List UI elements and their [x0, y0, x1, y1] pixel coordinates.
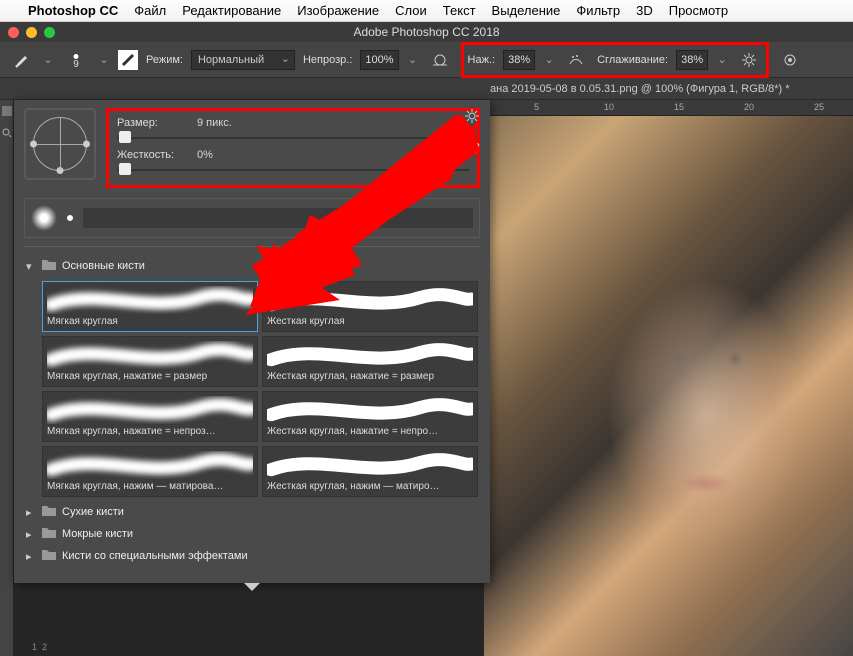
menu-image[interactable]: Изображение: [297, 3, 379, 18]
mode-label: Режим:: [146, 54, 183, 66]
photoshop-window: Adobe Photoshop CC 2018 ⌄ 9 ⌄ Режим: Нор…: [0, 22, 853, 656]
zoom-icon[interactable]: [44, 27, 55, 38]
zoom-tool-icon[interactable]: [2, 128, 12, 138]
opacity-dropdown[interactable]: ⌄: [407, 53, 419, 66]
recent-search[interactable]: [83, 208, 473, 228]
brush-preset[interactable]: Мягкая круглая, нажатие = размер: [42, 336, 258, 387]
status-indicator: 1 2: [32, 642, 47, 652]
brush-preview-mini[interactable]: 9: [62, 49, 90, 70]
brush-label: Жесткая круглая, нажим — матиро…: [267, 481, 473, 492]
chevron-right-icon: ▸: [26, 528, 36, 541]
highlight-size-hardness: Размер: 9 пикс. Жесткость: 0%: [106, 108, 480, 188]
folder-icon: [42, 505, 56, 519]
hardness-label: Жесткость:: [117, 149, 187, 161]
window-controls: [8, 27, 55, 38]
blend-mode-select[interactable]: Нормальный: [191, 50, 295, 70]
brush-preset[interactable]: Мягкая круглая, нажатие = непроз…: [42, 391, 258, 442]
brush-label: Мягкая круглая, нажим — матирова…: [47, 481, 253, 492]
size-label: Размер:: [117, 117, 187, 129]
brush-angle-control[interactable]: [24, 108, 96, 180]
menu-view[interactable]: Просмотр: [669, 3, 728, 18]
smoothing-label: Сглаживание:: [597, 54, 668, 66]
smoothing-gear-icon[interactable]: [736, 47, 762, 73]
brush-tool-icon[interactable]: [8, 47, 34, 73]
smoothing-input[interactable]: 38%: [676, 50, 708, 70]
chevron-right-icon: ▸: [26, 550, 36, 563]
menu-select[interactable]: Выделение: [492, 3, 561, 18]
pressure-opacity-icon[interactable]: [427, 47, 453, 73]
brush-label: Мягкая круглая, нажатие = размер: [47, 371, 253, 382]
brush-label: Жесткая круглая, нажатие = размер: [267, 371, 473, 382]
hardness-value[interactable]: 0%: [197, 149, 249, 161]
workspace: 5 10 15 20 25 1 2: [0, 100, 853, 656]
left-toolbar: [0, 100, 14, 656]
menu-filter[interactable]: Фильтр: [576, 3, 620, 18]
folder-icon: [42, 259, 56, 273]
folder-label: Кисти со специальными эффектами: [62, 550, 248, 562]
menu-3d[interactable]: 3D: [636, 3, 653, 18]
chevron-right-icon: ▸: [26, 506, 36, 519]
flow-label: Наж.:: [468, 54, 496, 66]
menu-layers[interactable]: Слои: [395, 3, 427, 18]
pressure-size-icon[interactable]: [777, 47, 803, 73]
folder-label: Основные кисти: [62, 260, 145, 272]
brush-label: Мягкая круглая, нажатие = непроз…: [47, 426, 253, 437]
folder-wet[interactable]: ▸ Мокрые кисти: [24, 523, 480, 545]
brush-label: Жесткая круглая, нажатие = непро…: [267, 426, 473, 437]
hand-tool-icon[interactable]: [2, 106, 12, 116]
opacity-input[interactable]: 100%: [360, 50, 398, 70]
flow-input[interactable]: 38%: [503, 50, 535, 70]
brush-grid: Мягкая круглая Жесткая круглая Мягкая кр…: [24, 277, 480, 501]
window-titlebar: Adobe Photoshop CC 2018: [0, 22, 853, 42]
brush-label: Жесткая круглая: [267, 316, 473, 327]
brush-preset[interactable]: Жесткая круглая, нажатие = непро…: [262, 391, 478, 442]
close-icon[interactable]: [8, 27, 19, 38]
panel-pointer-icon: [244, 583, 260, 591]
folder-icon: [42, 549, 56, 563]
folder-main-brushes[interactable]: ▾ Основные кисти: [24, 255, 480, 277]
opacity-label: Непрозр.:: [303, 54, 352, 66]
size-slider[interactable]: [117, 131, 469, 145]
flow-dropdown[interactable]: ⌄: [543, 53, 555, 66]
document-image: [484, 116, 853, 656]
folder-dry[interactable]: ▸ Сухие кисти: [24, 501, 480, 523]
menu-edit[interactable]: Редактирование: [182, 3, 281, 18]
brush-preset-panel: Размер: 9 пикс. Жесткость: 0%: [14, 100, 490, 583]
recent-brush-2[interactable]: [67, 215, 73, 221]
mac-menubar: Photoshop CC Файл Редактирование Изображ…: [0, 0, 853, 22]
recent-brushes: [24, 198, 480, 238]
brush-settings-icon[interactable]: [118, 50, 138, 70]
document-tab[interactable]: ана 2019-05-08 в 0.05.31.png @ 100% (Фиг…: [0, 78, 853, 100]
minimize-icon[interactable]: [26, 27, 37, 38]
airbrush-icon[interactable]: [563, 47, 589, 73]
smoothing-dropdown[interactable]: ⌄: [716, 53, 728, 66]
folder-label: Мокрые кисти: [62, 528, 133, 540]
brush-preset[interactable]: Мягкая круглая: [42, 281, 258, 332]
panel-gear-icon[interactable]: [464, 108, 480, 127]
menu-text[interactable]: Текст: [443, 3, 476, 18]
brush-preset[interactable]: Жесткая круглая: [262, 281, 478, 332]
size-value[interactable]: 9 пикс.: [197, 117, 249, 129]
folder-fx[interactable]: ▸ Кисти со специальными эффектами: [24, 545, 480, 567]
window-title: Adobe Photoshop CC 2018: [353, 25, 499, 39]
brush-preset[interactable]: Жесткая круглая, нажим — матиро…: [262, 446, 478, 497]
chevron-down-icon: ▾: [26, 260, 36, 273]
folder-label: Сухие кисти: [62, 506, 124, 518]
hardness-slider[interactable]: [117, 163, 469, 177]
brush-preset[interactable]: Мягкая круглая, нажим — матирова…: [42, 446, 258, 497]
folder-icon: [42, 527, 56, 541]
recent-brush-1[interactable]: [31, 205, 57, 231]
brush-preset[interactable]: Жесткая круглая, нажатие = размер: [262, 336, 478, 387]
menu-file[interactable]: Файл: [134, 3, 166, 18]
app-name[interactable]: Photoshop CC: [28, 3, 118, 18]
tool-preset-dropdown[interactable]: ⌄: [42, 53, 54, 66]
highlight-flow-smoothing: Наж.: 38% ⌄ Сглаживание: 38% ⌄: [461, 42, 770, 78]
options-bar: ⌄ 9 ⌄ Режим: Нормальный Непрозр.: 100% ⌄…: [0, 42, 853, 78]
brush-panel-dropdown[interactable]: ⌄: [98, 53, 110, 66]
brush-label: Мягкая круглая: [47, 316, 253, 327]
